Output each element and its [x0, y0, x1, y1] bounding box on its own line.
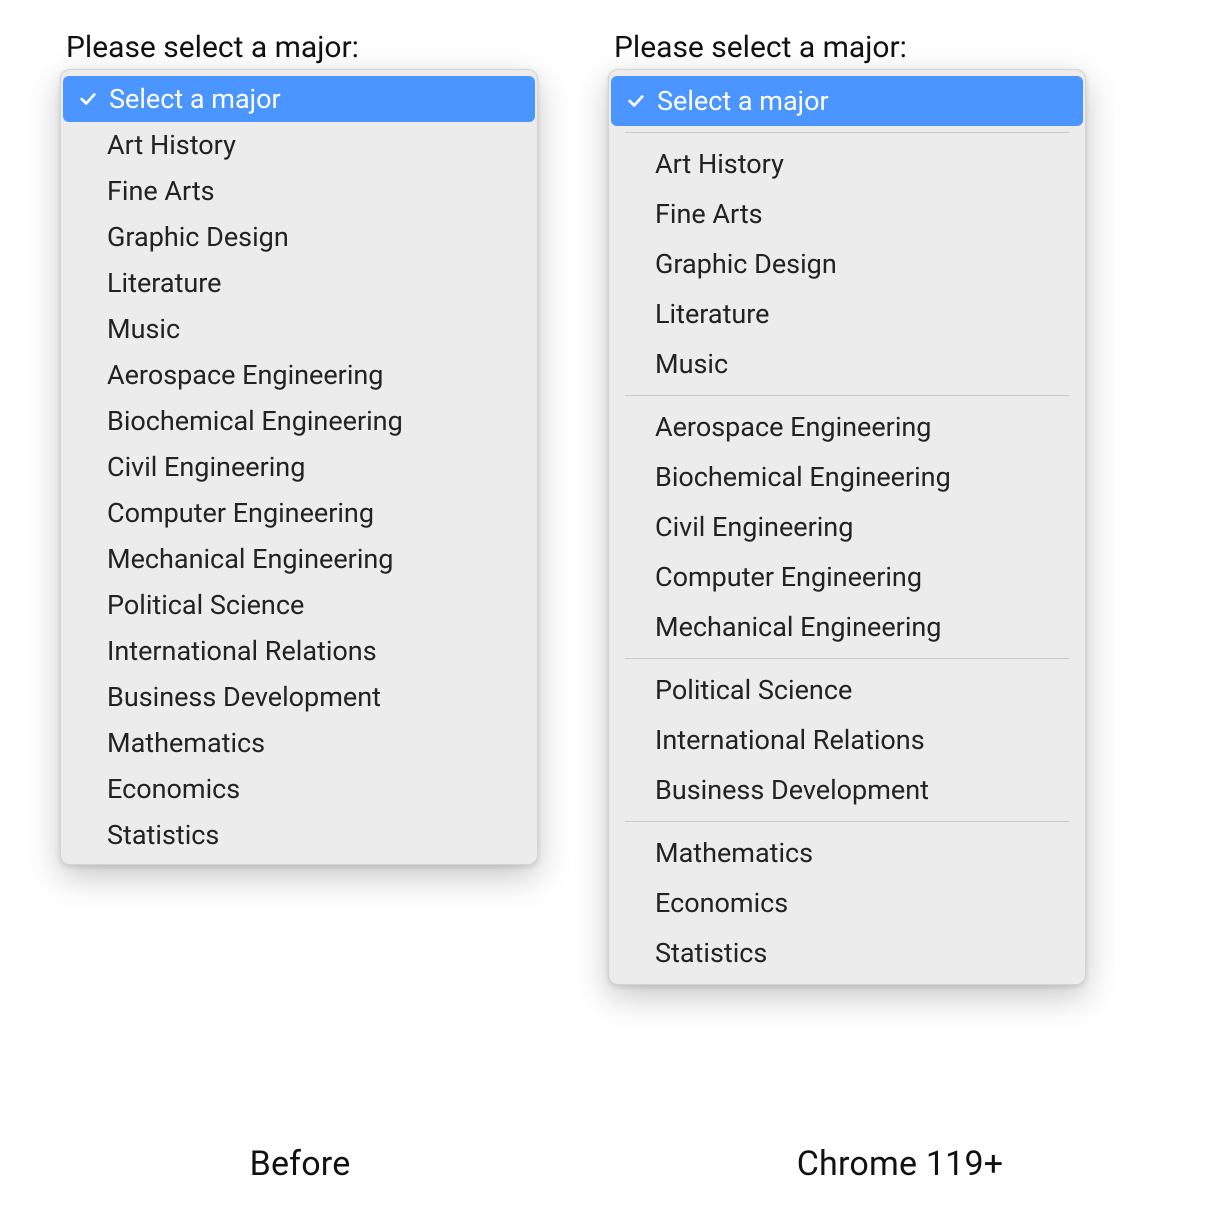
- option-label: Mathematics: [107, 730, 265, 757]
- select-option[interactable]: Biochemical Engineering: [61, 398, 537, 444]
- select-prompt: Please select a major:: [66, 30, 359, 65]
- select-option[interactable]: Mechanical Engineering: [609, 602, 1085, 652]
- select-option[interactable]: Graphic Design: [609, 239, 1085, 289]
- option-label: Select a major: [109, 86, 281, 113]
- option-label: Economics: [107, 776, 240, 803]
- option-label: Select a major: [657, 88, 829, 115]
- select-option[interactable]: Graphic Design: [61, 214, 537, 260]
- select-option[interactable]: International Relations: [61, 628, 537, 674]
- select-menu-before[interactable]: Select a major Art History Fine Arts Gra…: [60, 69, 538, 865]
- group-separator: [625, 395, 1069, 396]
- option-label: Aerospace Engineering: [655, 414, 931, 441]
- option-label: Business Development: [655, 777, 929, 804]
- option-label: Music: [655, 351, 728, 378]
- select-option[interactable]: Literature: [609, 289, 1085, 339]
- option-label: Music: [107, 316, 180, 343]
- option-label: Literature: [655, 301, 770, 328]
- checkmark-icon: [75, 90, 101, 108]
- option-label: Civil Engineering: [655, 514, 853, 541]
- option-label: Biochemical Engineering: [655, 464, 951, 491]
- caption-before: Before: [0, 1144, 600, 1184]
- option-label: Art History: [655, 151, 784, 178]
- option-label: Mechanical Engineering: [655, 614, 941, 641]
- after-column: Please select a major: Select a major Ar…: [608, 30, 1086, 985]
- option-label: Art History: [107, 132, 236, 159]
- option-label: Statistics: [655, 940, 767, 967]
- select-option[interactable]: Civil Engineering: [609, 502, 1085, 552]
- option-label: Statistics: [107, 822, 219, 849]
- select-option[interactable]: Fine Arts: [61, 168, 537, 214]
- before-column: Please select a major: Select a major Ar…: [60, 30, 538, 865]
- option-label: Mathematics: [655, 840, 813, 867]
- option-label: Computer Engineering: [655, 564, 922, 591]
- select-option[interactable]: Political Science: [61, 582, 537, 628]
- select-option[interactable]: Business Development: [609, 765, 1085, 815]
- option-label: International Relations: [655, 727, 925, 754]
- select-option[interactable]: Aerospace Engineering: [609, 402, 1085, 452]
- option-label: Graphic Design: [107, 224, 289, 251]
- option-label: Political Science: [107, 592, 304, 619]
- option-label: Political Science: [655, 677, 852, 704]
- select-option[interactable]: Mechanical Engineering: [61, 536, 537, 582]
- select-option[interactable]: Statistics: [609, 928, 1085, 978]
- caption-after: Chrome 119+: [600, 1144, 1200, 1184]
- select-option[interactable]: Mathematics: [609, 828, 1085, 878]
- select-option[interactable]: Computer Engineering: [61, 490, 537, 536]
- select-option[interactable]: Music: [609, 339, 1085, 389]
- select-option[interactable]: Literature: [61, 260, 537, 306]
- option-label: Economics: [655, 890, 788, 917]
- caption-row: Before Chrome 119+: [0, 1144, 1205, 1184]
- comparison-page: Please select a major: Select a major Ar…: [0, 0, 1205, 1222]
- checkmark-icon: [623, 92, 649, 110]
- select-option[interactable]: Mathematics: [61, 720, 537, 766]
- select-option[interactable]: Fine Arts: [609, 189, 1085, 239]
- group-separator: [625, 658, 1069, 659]
- group-separator: [625, 821, 1069, 822]
- option-label: Business Development: [107, 684, 381, 711]
- select-option[interactable]: Statistics: [61, 812, 537, 858]
- option-label: Graphic Design: [655, 251, 837, 278]
- select-option[interactable]: Art History: [609, 139, 1085, 189]
- select-option[interactable]: Computer Engineering: [609, 552, 1085, 602]
- option-label: Literature: [107, 270, 222, 297]
- option-label: Mechanical Engineering: [107, 546, 393, 573]
- select-option[interactable]: Aerospace Engineering: [61, 352, 537, 398]
- option-label: Fine Arts: [655, 201, 763, 228]
- select-option[interactable]: Music: [61, 306, 537, 352]
- select-option[interactable]: Economics: [609, 878, 1085, 928]
- select-option-selected[interactable]: Select a major: [611, 76, 1083, 126]
- select-option[interactable]: International Relations: [609, 715, 1085, 765]
- option-label: Civil Engineering: [107, 454, 305, 481]
- option-label: Fine Arts: [107, 178, 215, 205]
- select-menu-after[interactable]: Select a major Art History Fine Arts Gra…: [608, 69, 1086, 985]
- option-label: Aerospace Engineering: [107, 362, 383, 389]
- select-option-selected[interactable]: Select a major: [63, 76, 535, 122]
- select-prompt: Please select a major:: [614, 30, 907, 65]
- option-label: International Relations: [107, 638, 377, 665]
- select-option[interactable]: Business Development: [61, 674, 537, 720]
- select-option[interactable]: Economics: [61, 766, 537, 812]
- option-label: Computer Engineering: [107, 500, 374, 527]
- select-option[interactable]: Political Science: [609, 665, 1085, 715]
- select-option[interactable]: Art History: [61, 122, 537, 168]
- option-label: Biochemical Engineering: [107, 408, 403, 435]
- select-option[interactable]: Biochemical Engineering: [609, 452, 1085, 502]
- select-option[interactable]: Civil Engineering: [61, 444, 537, 490]
- group-separator: [625, 132, 1069, 133]
